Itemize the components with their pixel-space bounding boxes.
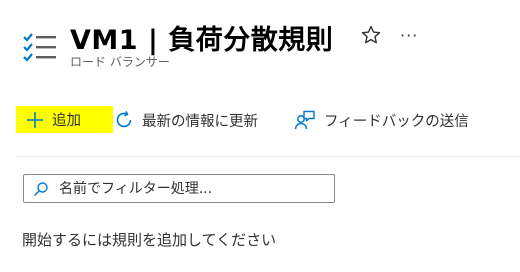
more-options-button[interactable]: ··· — [400, 26, 418, 45]
send-feedback-label: フィードバックの送信 — [324, 113, 469, 130]
resource-type-subtitle: ロード バランサー — [70, 55, 170, 69]
filter-by-name-input[interactable] — [59, 180, 319, 197]
refresh-button[interactable]: 最新の情報に更新 — [114, 105, 258, 135]
page-title: VM1 | 負荷分散規則 — [70, 25, 334, 56]
favorite-star-icon[interactable] — [360, 24, 382, 46]
add-button[interactable]: 追加 — [16, 106, 113, 133]
page-header: VM1 | 負荷分散規則 ··· ロード バランサー — [18, 10, 508, 80]
search-icon — [33, 181, 48, 196]
filter-search-box[interactable] — [23, 174, 335, 203]
feedback-person-icon — [294, 110, 315, 130]
refresh-icon — [116, 111, 132, 128]
rules-list-icon — [23, 33, 56, 62]
toolbar-divider — [16, 156, 520, 157]
refresh-button-label: 最新の情報に更新 — [142, 113, 258, 130]
add-button-label: 追加 — [52, 113, 81, 129]
plus-icon — [27, 111, 43, 128]
send-feedback-button[interactable]: フィードバックの送信 — [294, 105, 469, 135]
empty-state-message: 開始するには規則を追加してください — [22, 231, 277, 249]
command-bar: 追加 最新の情報に更新 フィードバックの送信 — [16, 103, 516, 137]
